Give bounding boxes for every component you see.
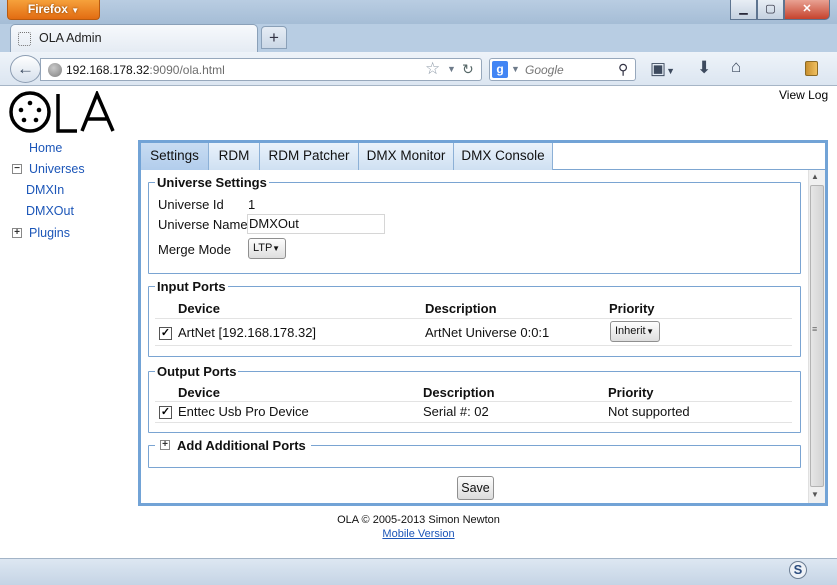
search-bar[interactable]: g ▼ Google ⚲ [489,58,636,81]
url-text[interactable]: 192.168.178.32:9090/ola.html [66,63,225,77]
back-button[interactable]: ← [10,55,41,83]
search-input[interactable]: Google [525,63,564,77]
tab-rdm-patcher[interactable]: RDM Patcher [260,143,359,170]
output-port-device: Enttec Usb Pro Device [178,404,309,419]
view-log-link[interactable]: View Log [779,88,828,102]
section-title: Input Ports [157,279,226,294]
maximize-button[interactable]: ▢ [757,0,784,20]
copyright-text: OLA © 2005-2013 Simon Newton [337,514,500,526]
sidebar-item-universe[interactable]: DMXOut [26,204,74,218]
chevron-down-icon: ▼ [646,327,654,336]
merge-mode-label: Merge Mode [158,242,231,257]
page-favicon-icon [18,32,31,46]
sidebar-item-universes[interactable]: Universes [29,162,85,176]
column-header: Priority [608,385,654,400]
downloads-icon[interactable]: ⬇ [697,58,711,78]
tab-rdm[interactable]: RDM [209,143,260,170]
chevron-down-icon: ▼ [272,244,280,253]
input-port-checkbox[interactable]: ✓ [159,327,172,340]
column-header: Description [425,301,497,316]
collapse-universes-icon[interactable]: − [12,164,22,174]
grip-icon: ≡ [812,324,818,334]
url-bar[interactable]: 192.168.178.32:9090/ola.html ☆ ▼ ↻ [40,58,482,81]
firefox-menu-button[interactable]: Firefox ▼ [7,0,100,20]
input-port-priority-select[interactable]: Inherit ▼ [610,321,660,342]
row-divider [155,401,792,402]
browser-tab-title: OLA Admin [39,31,102,45]
scrollbar-thumb[interactable] [810,185,824,487]
firefox-menu-label: Firefox [27,2,68,16]
column-header: Description [423,385,495,400]
new-tab-button[interactable]: + [261,26,287,49]
input-port-device: ArtNet [192.168.178.32] [178,325,317,340]
search-engine-dropdown-icon[interactable]: ▼ [511,64,520,74]
scroll-up-icon[interactable]: ▲ [811,172,819,181]
bookmark-star-icon[interactable]: ☆ [425,59,440,79]
merge-mode-select[interactable]: LTP ▼ [248,238,286,259]
tab-settings[interactable]: Settings [141,143,209,170]
column-header: Priority [609,301,655,316]
universe-id-value: 1 [248,197,256,212]
title-bar [0,0,837,24]
addon-icon[interactable] [805,61,818,76]
search-engine-icon[interactable]: g [492,61,508,78]
status-bar [0,558,837,585]
section-title: Universe Settings [157,175,267,190]
site-identity-icon[interactable] [48,63,62,77]
scroll-down-icon[interactable]: ▼ [811,490,819,499]
output-port-description: Serial #: 02 [423,404,489,419]
universe-name-input[interactable]: DMXOut [247,214,385,234]
column-header: Device [178,301,220,316]
tab-dmx-console[interactable]: DMX Console [454,143,553,170]
section-title: Output Ports [157,364,237,379]
ola-logo [9,89,117,138]
save-button[interactable]: Save [457,476,494,500]
expand-plugins-icon[interactable]: + [12,228,22,238]
mobile-version-link[interactable]: Mobile Version [382,528,454,540]
row-divider [155,318,792,319]
input-port-description: ArtNet Universe 0:0:1 [425,325,550,340]
universe-name-label: Universe Name [158,217,248,232]
sidebar-item-plugins[interactable]: Plugins [29,226,70,240]
addon-status-icon[interactable]: S [789,561,807,579]
output-port-priority: Not supported [608,404,690,419]
row-divider [155,345,792,346]
search-magnifier-icon[interactable]: ⚲ [618,61,628,78]
close-window-button[interactable]: ✕ [784,0,830,20]
tab-dmx-monitor[interactable]: DMX Monitor [359,143,454,170]
reload-icon[interactable]: ↻ [462,61,474,78]
sidebar-item-home[interactable]: Home [29,141,62,155]
expand-additional-ports-icon[interactable]: + [160,440,170,450]
home-icon[interactable]: ⌂ [731,57,741,77]
universe-id-label: Universe Id [158,197,224,212]
output-port-checkbox[interactable]: ✓ [159,406,172,419]
minimize-button[interactable]: ▁ [730,0,757,20]
bookmarks-menu-icon[interactable]: ▣▼ [650,59,675,79]
row-divider [155,422,792,423]
sidebar-item-universe[interactable]: DMXIn [26,183,64,197]
additional-ports-toggle[interactable]: Add Additional Ports [175,438,308,453]
column-header: Device [178,385,220,400]
history-dropdown-icon[interactable]: ▼ [447,64,456,74]
browser-tab[interactable]: OLA Admin [10,24,258,53]
